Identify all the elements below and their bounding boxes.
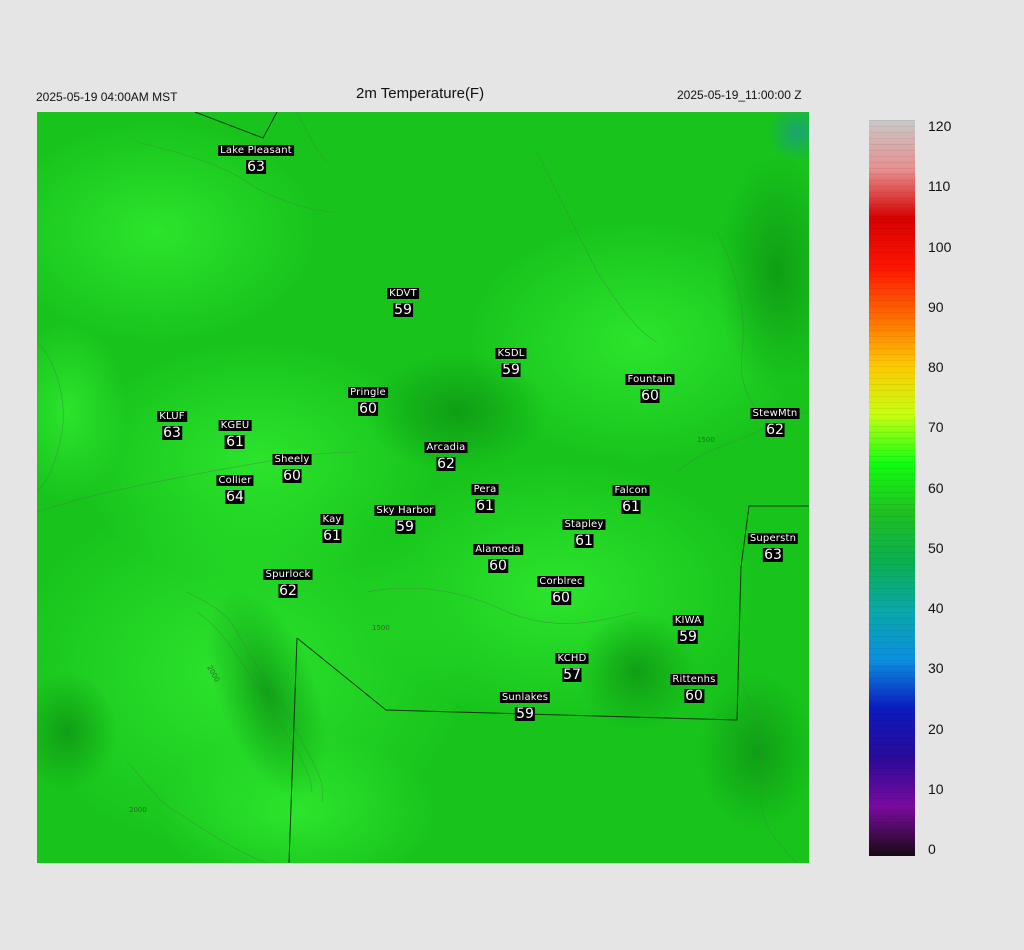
station-marker[interactable]: Falcon 61 (612, 480, 650, 515)
station-name: Lake Pleasant (218, 145, 294, 156)
station-marker[interactable]: Alameda 60 (473, 539, 523, 573)
colorbar-tick-label: 40 (928, 600, 944, 616)
station-name: Stapley (562, 519, 606, 530)
station-temperature: 61 (322, 528, 342, 544)
station-temperature: 63 (763, 547, 783, 563)
station-marker[interactable]: Superstn 63 (747, 528, 799, 563)
temperature-colorbar (869, 120, 915, 856)
station-name: Arcadia (424, 442, 468, 453)
colorbar-bands (869, 120, 915, 856)
station-temperature: 62 (765, 422, 785, 438)
colorbar-tick-label: 0 (928, 841, 936, 857)
station-temperature: 62 (278, 583, 298, 599)
station-name: KCHD (555, 653, 589, 664)
station-marker[interactable]: Sheely 60 (272, 449, 312, 484)
colorbar-tick-label: 70 (928, 419, 944, 436)
station-name: Alameda (473, 544, 523, 555)
station-marker[interactable]: KIWA 59 (672, 610, 704, 645)
colorbar-tick-label: 120 (928, 118, 952, 134)
station-marker[interactable]: KSDL 59 (495, 343, 527, 378)
contour-label: 1500 (372, 624, 390, 632)
station-name: Pringle (348, 387, 388, 398)
station-marker[interactable]: Rittenhs 60 (670, 669, 718, 704)
station-name: Rittenhs (670, 674, 718, 685)
contour-label: 2000 (129, 806, 147, 814)
station-temperature: 59 (501, 362, 521, 378)
station-temperature: 61 (475, 498, 495, 514)
station-name: Corblrec (537, 576, 585, 587)
station-temperature: 64 (225, 489, 245, 505)
station-marker[interactable]: Kay 61 (320, 509, 344, 544)
colorbar-tick-label: 100 (928, 238, 952, 255)
station-name: Sunlakes (499, 692, 551, 703)
station-name: KDVT (387, 288, 419, 299)
local-time-label: 2025-05-19 04:00AM MST (36, 90, 178, 104)
colorbar-tick-label: 110 (928, 178, 951, 195)
station-temperature: 61 (574, 533, 594, 549)
station-marker[interactable]: KGEU 61 (218, 415, 252, 450)
station-temperature: 60 (684, 688, 704, 704)
station-marker[interactable]: Arcadia 62 (424, 437, 468, 472)
station-temperature: 60 (488, 558, 508, 574)
station-name: KGEU (218, 420, 252, 431)
map-background: 1500 1500 2000 2000 (37, 112, 809, 863)
station-temperature: 59 (393, 302, 413, 318)
station-name: Kay (320, 514, 344, 525)
station-name: KIWA (672, 615, 704, 626)
station-temperature: 62 (436, 456, 456, 472)
station-name: Collier (216, 475, 254, 486)
station-name: Sheely (272, 454, 312, 465)
station-name: Falcon (612, 485, 650, 496)
station-name: Pera (471, 484, 499, 495)
station-temperature: 63 (246, 159, 266, 175)
station-marker[interactable]: Fountain 60 (625, 369, 675, 404)
station-marker[interactable]: KLUF 63 (157, 406, 187, 440)
station-temperature: 57 (562, 667, 582, 683)
contour-label: 1500 (697, 436, 715, 444)
station-marker[interactable]: Stapley 61 (562, 514, 606, 549)
station-name: Sky Harbor (374, 505, 436, 516)
station-marker[interactable]: Pringle 60 (348, 382, 388, 416)
station-temperature: 59 (515, 706, 535, 722)
colorbar-tick-label: 30 (928, 660, 944, 677)
station-temperature: 60 (640, 388, 660, 404)
station-marker[interactable]: KCHD 57 (555, 648, 589, 683)
station-temperature: 63 (162, 425, 182, 441)
station-marker[interactable]: StewMtn 62 (750, 403, 800, 438)
colorbar-tick-label: 80 (928, 359, 944, 375)
station-name: KLUF (157, 411, 187, 422)
station-temperature: 60 (358, 401, 378, 417)
station-marker[interactable]: Lake Pleasant 63 (218, 140, 294, 174)
station-marker[interactable]: Collier 64 (216, 470, 254, 505)
station-name: StewMtn (750, 408, 800, 419)
colorbar-tick-label: 50 (928, 539, 944, 556)
station-name: Fountain (625, 374, 675, 385)
map-title: 2m Temperature(F) (356, 85, 485, 102)
station-temperature: 61 (621, 499, 641, 515)
station-name: Spurlock (263, 569, 313, 580)
station-temperature: 61 (225, 434, 245, 450)
colorbar-tick-label: 60 (928, 479, 944, 496)
temperature-map[interactable]: 1500 1500 2000 2000 Lake Pleasant 63 KDV… (37, 112, 809, 863)
station-temperature: 60 (551, 590, 571, 606)
station-name: Superstn (747, 533, 799, 544)
station-temperature: 60 (282, 468, 302, 484)
station-temperature: 59 (395, 519, 415, 535)
valid-time-label: 2025-05-19_11:00:00 Z (677, 88, 802, 102)
colorbar-tick-label: 20 (928, 720, 944, 737)
colorbar-tick-label: 10 (928, 780, 944, 797)
station-marker[interactable]: KDVT 59 (387, 283, 419, 317)
colorbar-tick-label: 90 (928, 298, 944, 315)
station-temperature: 59 (678, 629, 698, 645)
station-name: KSDL (495, 348, 527, 359)
station-marker[interactable]: Corblrec 60 (537, 571, 585, 606)
station-marker[interactable]: Sky Harbor 59 (374, 500, 436, 535)
station-marker[interactable]: Sunlakes 59 (499, 687, 551, 722)
station-marker[interactable]: Spurlock 62 (263, 564, 313, 599)
station-marker[interactable]: Pera 61 (471, 479, 499, 514)
